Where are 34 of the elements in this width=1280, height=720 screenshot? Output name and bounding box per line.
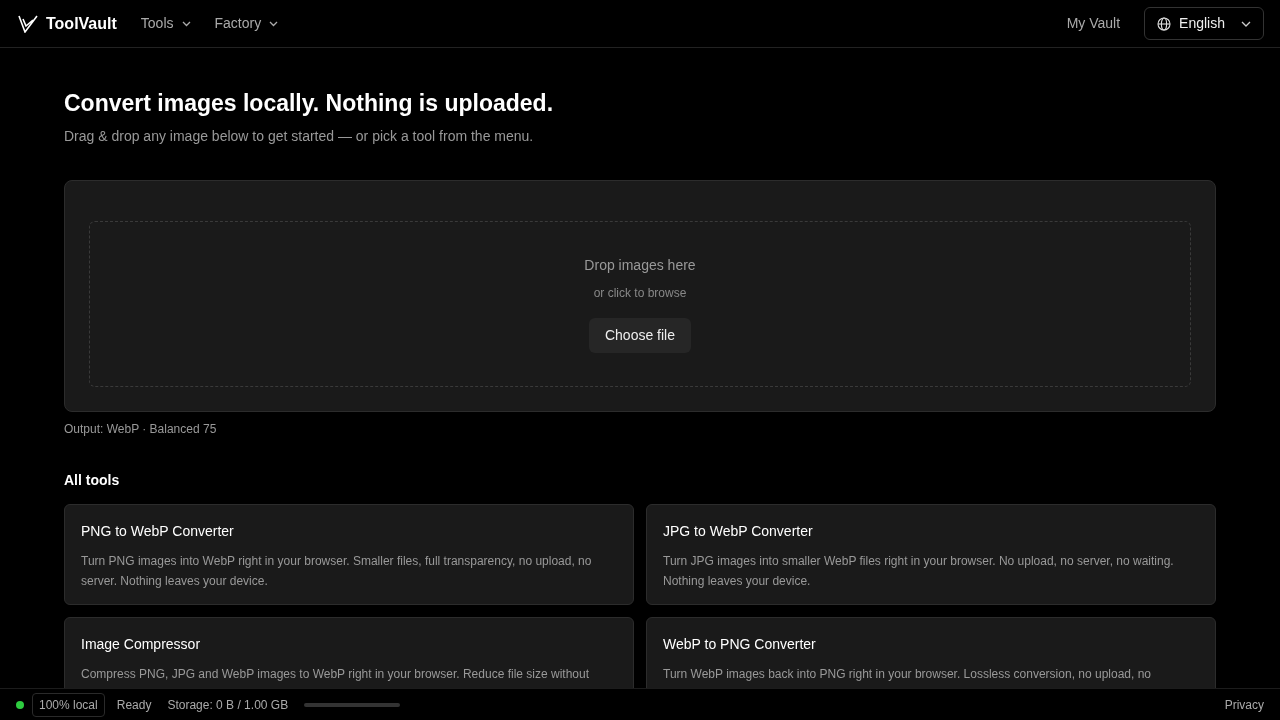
storage-text: Storage: 0 B / 1.00 GB — [167, 696, 289, 714]
chevron-down-icon — [1241, 20, 1251, 27]
tool-title: Image Compressor — [81, 634, 202, 654]
nav-menu[interactable]: Tools — [140, 13, 191, 34]
local-badge: 100% local — [32, 692, 105, 717]
status-text: Ready — [116, 696, 152, 714]
my-vault-link[interactable]: My Vault — [1066, 13, 1121, 34]
tool-title: JPG to WebP Converter — [663, 521, 814, 541]
tool-card[interactable]: JPG to WebP Converter Turn JPG images into smaller WebP files right in your browser. No upload, no server, no waiting. Nothing leaves your device. — [646, 503, 1216, 605]
drop-zone[interactable]: Drop images here or click to browse Choose file — [89, 220, 1191, 387]
privacy-link[interactable]: Privacy — [1224, 695, 1264, 714]
chevron-down-icon — [181, 20, 191, 27]
tool-title: PNG to WebP Converter — [81, 521, 235, 541]
tool-card[interactable]: PNG to WebP Converter Turn PNG images into WebP right in your browser. Smaller files, full transparency, no upload, no server. Nothing leaves your device. — [64, 503, 634, 605]
tool-card[interactable]: Image Compressor Compress PNG, JPG and WebP images to WebP right in your browser. Reduce file size without — [64, 616, 634, 688]
tool-title: WebP to PNG Converter — [663, 634, 817, 654]
output-setting: Output: WebP · Balanced 75 — [64, 420, 218, 438]
tool-description: Turn JPG images into smaller WebP files right in your browser. No upload, no server, no waiting. Nothing leaves your device. — [663, 552, 1175, 590]
logo-icon — [18, 14, 38, 33]
page-title: Convert images locally. Nothing is uploaded. — [64, 90, 555, 118]
brand-name[interactable]: ToolVault — [46, 11, 117, 36]
choose-file-button[interactable]: Choose file — [588, 317, 691, 353]
globe-icon — [1157, 16, 1172, 31]
page-subtitle: Drag & drop any image below to get started — or pick a tool from the menu. — [64, 126, 535, 146]
section-heading: All tools — [64, 470, 121, 490]
language-selector[interactable]: English — [1144, 7, 1264, 40]
tool-description: Turn PNG images into WebP right in your browser. Smaller files, full transparency, no upload, no server. Nothing leaves your device. — [81, 552, 593, 590]
tool-description: Compress PNG, JPG and WebP images to WebP right in your browser. Reduce file size without — [81, 665, 590, 683]
chevron-down-icon — [269, 20, 279, 27]
drop-hint: or click to browse — [593, 284, 687, 302]
tool-card[interactable]: WebP to PNG Converter Turn WebP images back into PNG right in your browser. Lossless conversion, no upload, no — [646, 616, 1216, 688]
nav-menu[interactable]: Factory — [214, 13, 279, 34]
tool-description: Turn WebP images back into PNG right in your browser. Lossless conversion, no upload, no — [663, 665, 1153, 683]
drop-title: Drop images here — [584, 255, 696, 275]
